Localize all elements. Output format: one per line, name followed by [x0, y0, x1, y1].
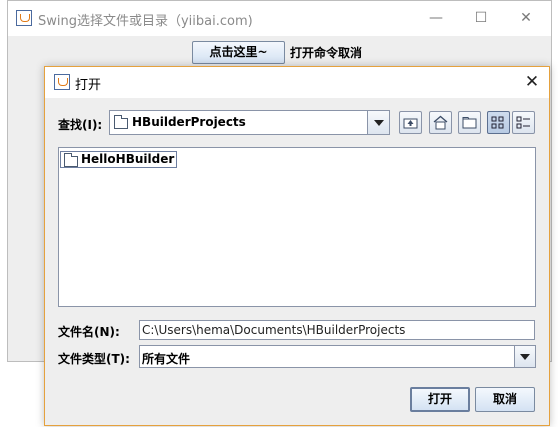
home-button[interactable]: [429, 111, 452, 134]
look-in-value: HBuilderProjects: [132, 115, 246, 129]
folder-icon: [64, 153, 78, 167]
java-app-icon: [54, 74, 70, 90]
look-in-combo[interactable]: HBuilderProjects: [109, 110, 390, 135]
look-in-label: 查找(I):: [58, 118, 103, 132]
file-type-label: 文件类型(T):: [58, 352, 130, 366]
open-file-dialog: 打开 ✕ 查找(I): HBuilderProjects HelloHBuild…: [44, 66, 550, 426]
new-folder-icon: [462, 117, 477, 129]
cancel-button[interactable]: 取消: [475, 387, 535, 412]
file-type-combo[interactable]: 所有文件: [139, 345, 536, 368]
dialog-close-icon[interactable]: ✕: [523, 73, 541, 91]
choose-file-button[interactable]: 点击这里~: [192, 41, 285, 64]
details-view-button[interactable]: [512, 111, 535, 134]
minimize-icon[interactable]: —: [428, 10, 444, 26]
file-item-label: HelloHBuilder: [81, 152, 175, 166]
list-view-button[interactable]: [487, 111, 510, 134]
file-type-value: 所有文件: [142, 352, 191, 366]
file-name-input[interactable]: C:\Users\hema\Documents\HBuilderProjects: [139, 320, 535, 340]
folder-icon: [114, 115, 128, 129]
new-folder-button[interactable]: [458, 111, 481, 134]
status-text: 打开命令取消: [290, 46, 363, 60]
details-view-icon: [516, 116, 530, 129]
open-button[interactable]: 打开: [410, 387, 470, 412]
main-window-title: Swing选择文件或目录（yiibai.com): [38, 14, 253, 29]
up-one-level-icon: [403, 118, 418, 129]
main-title-bar: Swing选择文件或目录（yiibai.com) — ☐ ✕: [8, 1, 551, 36]
chevron-down-icon: [374, 120, 384, 126]
main-close-icon[interactable]: ✕: [518, 10, 534, 26]
dialog-title: 打开: [75, 78, 102, 93]
maximize-icon[interactable]: ☐: [473, 10, 489, 26]
list-view-icon: [491, 116, 504, 129]
look-in-dropdown-button[interactable]: [367, 111, 389, 134]
list-item[interactable]: HelloHBuilder: [60, 151, 178, 168]
file-name-label: 文件名(N):: [58, 325, 120, 339]
dialog-title-bar: 打开 ✕: [45, 67, 549, 98]
file-list[interactable]: HelloHBuilder: [58, 147, 536, 307]
home-icon: [433, 115, 448, 130]
chevron-down-icon: [520, 354, 530, 360]
file-type-dropdown-button[interactable]: [514, 346, 535, 367]
up-one-level-button[interactable]: [399, 111, 422, 134]
java-app-icon: [16, 10, 32, 26]
